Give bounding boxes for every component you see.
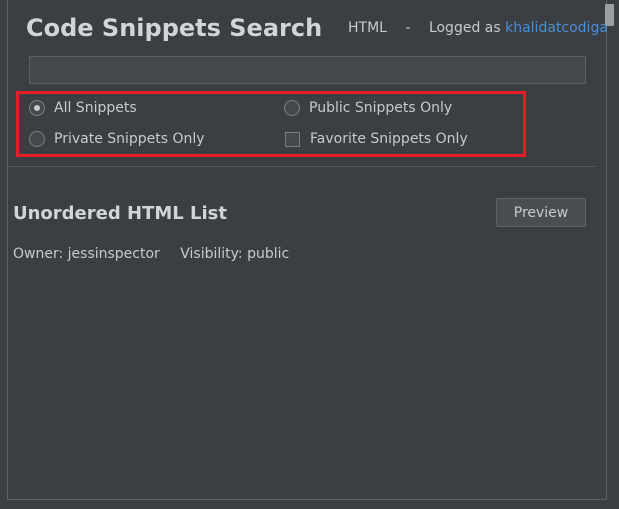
header-info: HTML - Logged as khalidatcodiga: [348, 20, 608, 36]
filter-private-only-label: Private Snippets Only: [54, 131, 205, 147]
search-input[interactable]: [29, 56, 586, 84]
filter-all-snippets-label: All Snippets: [54, 100, 137, 116]
radio-public-only[interactable]: [284, 100, 300, 116]
filter-private-only[interactable]: Private Snippets Only: [29, 131, 205, 147]
filter-favorite-only[interactable]: Favorite Snippets Only: [285, 131, 468, 147]
logged-as-label: Logged as: [428, 20, 501, 36]
snippet-title: Unordered HTML List: [13, 203, 227, 224]
snippet-meta: Owner: jessinspector Visibility: public: [13, 246, 289, 262]
visibility-value: public: [247, 246, 290, 262]
username-link[interactable]: khalidatcodiga: [505, 20, 608, 36]
section-divider: [8, 166, 596, 167]
owner-value: jessinspector: [67, 246, 160, 262]
page-title: Code Snippets Search: [26, 14, 323, 42]
radio-private-only[interactable]: [29, 131, 45, 147]
preview-button[interactable]: Preview: [496, 198, 586, 227]
filter-all-snippets[interactable]: All Snippets: [29, 100, 137, 116]
owner-label: Owner:: [13, 246, 64, 262]
language-label[interactable]: HTML: [348, 20, 387, 36]
filter-public-only-label: Public Snippets Only: [309, 100, 453, 116]
header-separator: -: [405, 20, 411, 36]
filter-public-only[interactable]: Public Snippets Only: [284, 100, 452, 116]
checkbox-favorite-only[interactable]: [285, 131, 300, 147]
radio-all-snippets[interactable]: [29, 100, 45, 116]
visibility-label: Visibility:: [180, 246, 243, 262]
filter-favorite-only-label: Favorite Snippets Only: [310, 131, 468, 147]
